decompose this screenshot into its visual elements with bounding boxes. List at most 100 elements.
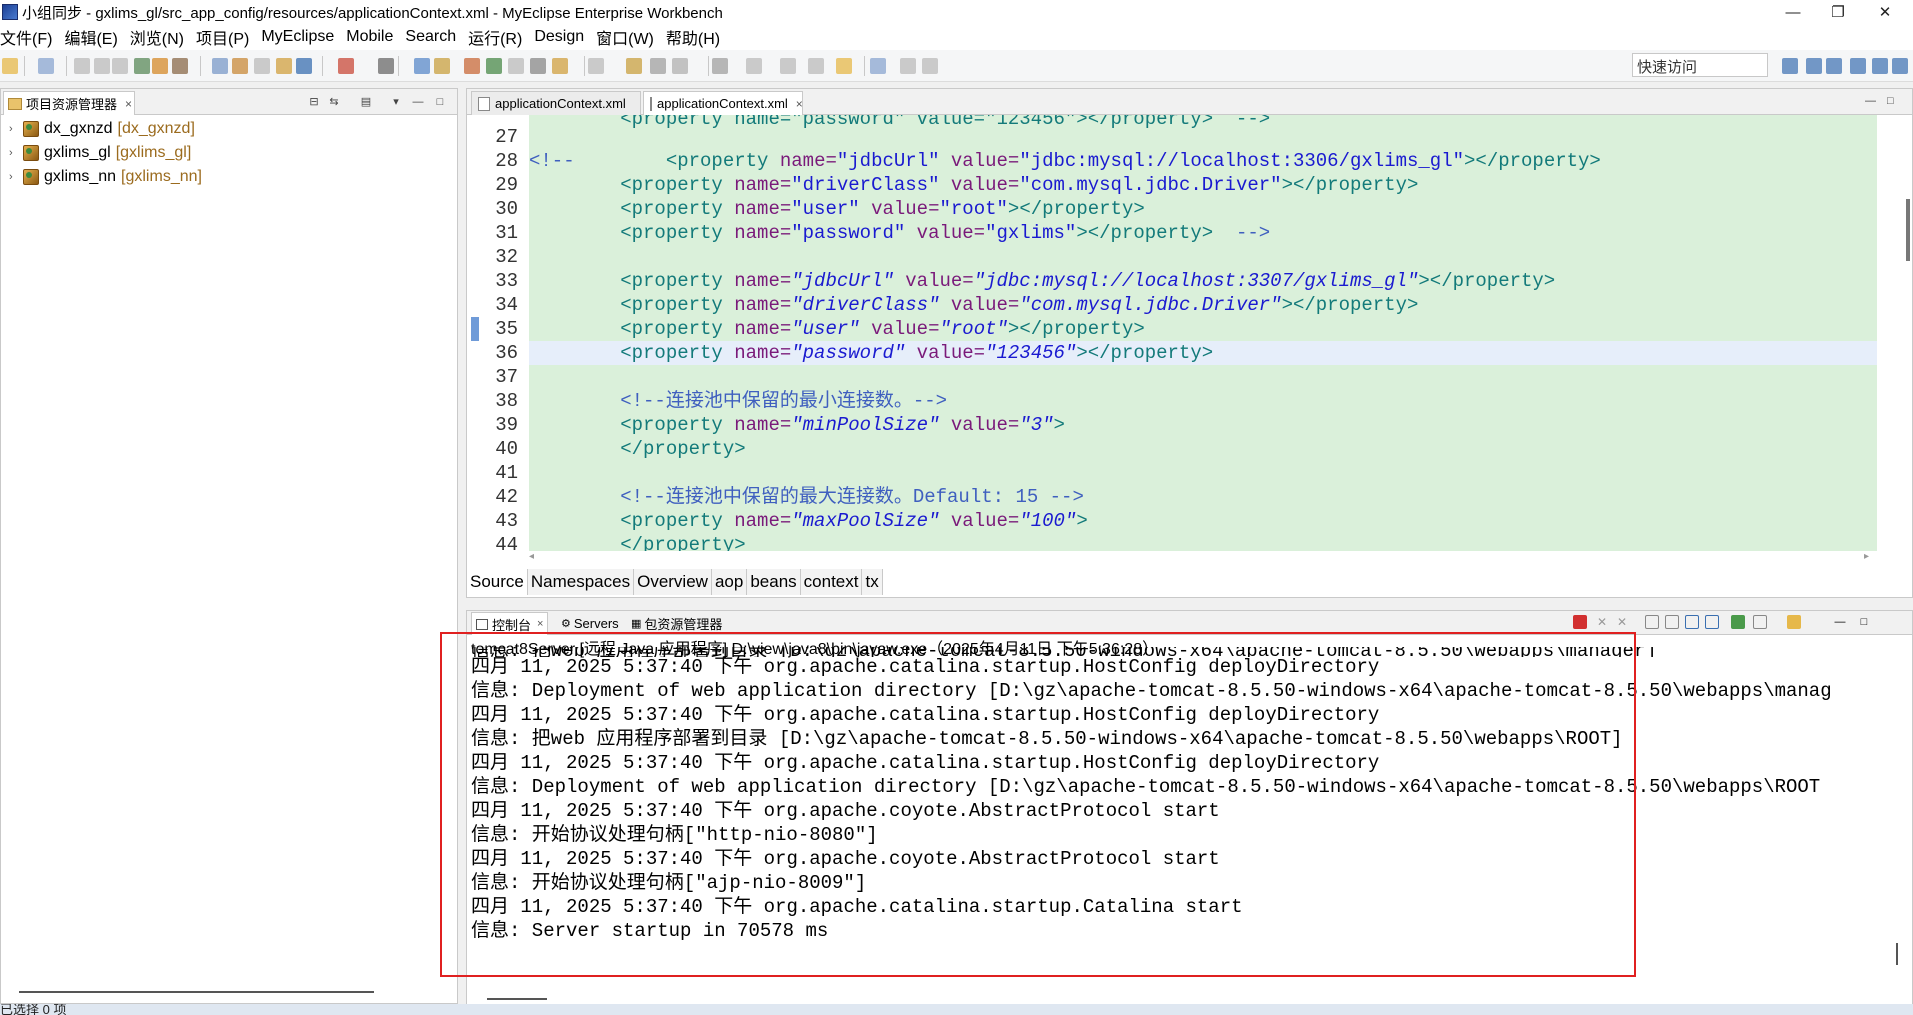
- editor-tab-source[interactable]: Source: [467, 569, 528, 595]
- toolbar-button-icon[interactable]: [296, 58, 312, 74]
- toolbar-button-icon[interactable]: [212, 58, 228, 74]
- toolbar-button-icon[interactable]: [836, 58, 852, 74]
- toolbar-button-icon[interactable]: [672, 58, 688, 74]
- toolbar-button-icon[interactable]: [508, 58, 524, 74]
- toolbar-button-icon[interactable]: [276, 58, 292, 74]
- toolbar-button-icon[interactable]: [900, 58, 916, 74]
- tab-applicationcontext-2[interactable]: applicationContext.xml ×: [643, 91, 803, 115]
- menu-item-10[interactable]: 帮助(H): [666, 25, 728, 49]
- perspective-icon[interactable]: [1892, 58, 1908, 74]
- editor-tab-tx[interactable]: tx: [862, 569, 883, 595]
- toolbar-button-icon[interactable]: [414, 58, 430, 74]
- clear-console-icon[interactable]: [1645, 615, 1659, 629]
- terminate-icon[interactable]: [1573, 615, 1587, 629]
- quick-access-input[interactable]: 快速访问: [1632, 53, 1768, 77]
- vertical-scrollbar[interactable]: [1896, 943, 1898, 965]
- toolbar-button-icon[interactable]: [486, 58, 502, 74]
- editor-tab-beans[interactable]: beans: [747, 569, 801, 595]
- close-tab-icon[interactable]: ×: [537, 618, 543, 630]
- close-tab-icon[interactable]: ×: [796, 97, 803, 111]
- editor-tab-overview[interactable]: Overview: [634, 569, 712, 595]
- menu-item-9[interactable]: 窗口(W): [596, 25, 662, 49]
- expand-arrow-icon[interactable]: ›: [9, 171, 23, 183]
- filter-icon[interactable]: ▤: [359, 95, 373, 109]
- toolbar-button-icon[interactable]: [338, 58, 354, 74]
- maximize-view-icon[interactable]: □: [433, 95, 447, 109]
- minimize-view-icon[interactable]: —: [1833, 615, 1847, 629]
- menu-item-5[interactable]: Mobile: [346, 28, 401, 46]
- expand-arrow-icon[interactable]: ›: [9, 147, 23, 159]
- vertical-scrollbar[interactable]: [1906, 199, 1910, 261]
- link-editor-icon[interactable]: ⇆: [327, 95, 341, 109]
- perspective-icon[interactable]: [1806, 58, 1822, 74]
- toolbar-button-icon[interactable]: [808, 58, 824, 74]
- toolbar-button-icon[interactable]: [870, 58, 886, 74]
- minimize-view-icon[interactable]: —: [1865, 95, 1876, 107]
- code-editor[interactable]: <property name="password" value="123456"…: [467, 115, 1877, 551]
- toolbar-button-icon[interactable]: [172, 58, 188, 74]
- horizontal-scrollbar[interactable]: ◂ ▸: [529, 551, 1869, 563]
- toolbar-button-icon[interactable]: [626, 58, 642, 74]
- scroll-right-icon[interactable]: ▸: [1864, 551, 1869, 562]
- menu-item-8[interactable]: Design: [534, 28, 592, 46]
- toolbar-button-icon[interactable]: [530, 58, 546, 74]
- maximize-view-icon[interactable]: □: [1857, 615, 1871, 629]
- menu-item-1[interactable]: 编辑(E): [64, 25, 125, 49]
- horizontal-scrollbar[interactable]: [19, 991, 374, 993]
- close-button[interactable]: ✕: [1857, 0, 1913, 24]
- minimize-view-icon[interactable]: —: [411, 95, 425, 109]
- toolbar-button-icon[interactable]: [588, 58, 604, 74]
- toolbar-button-icon[interactable]: [74, 58, 90, 74]
- menu-item-4[interactable]: MyEclipse: [261, 28, 342, 46]
- toolbar-button-icon[interactable]: [112, 58, 128, 74]
- toolbar-button-icon[interactable]: [134, 58, 150, 74]
- maximize-view-icon[interactable]: □: [1887, 95, 1894, 107]
- scroll-lock-icon[interactable]: [1665, 615, 1679, 629]
- editor-tab-context[interactable]: context: [800, 569, 863, 595]
- toolbar-button-icon[interactable]: [232, 58, 248, 74]
- tree-item-project[interactable]: › gxlims_nn [gxlims_nn]: [1, 165, 457, 189]
- toolbar-button-icon[interactable]: [38, 58, 54, 74]
- tree-item-project[interactable]: › dx_gxnzd [dx_gxnzd]: [1, 117, 457, 141]
- menu-item-2[interactable]: 浏览(N): [130, 25, 192, 49]
- toolbar-button-icon[interactable]: [378, 58, 394, 74]
- expand-arrow-icon[interactable]: ›: [9, 123, 23, 135]
- show-stdout-icon[interactable]: [1705, 615, 1719, 629]
- menu-item-0[interactable]: 文件(F): [0, 25, 60, 49]
- tree-item-project[interactable]: › gxlims_gl [gxlims_gl]: [1, 141, 457, 165]
- pin-console-icon[interactable]: [1731, 615, 1745, 629]
- toolbar-button-icon[interactable]: [780, 58, 796, 74]
- display-console-icon[interactable]: [1753, 615, 1767, 629]
- remove-all-icon[interactable]: ✕: [1615, 615, 1629, 629]
- tab-applicationcontext-1[interactable]: applicationContext.xml: [471, 91, 641, 115]
- collapse-all-icon[interactable]: ⊟: [307, 95, 321, 109]
- toolbar-button-icon[interactable]: [254, 58, 270, 74]
- scroll-left-icon[interactable]: ◂: [529, 551, 534, 562]
- toolbar-button-icon[interactable]: [464, 58, 480, 74]
- toolbar-button-icon[interactable]: [94, 58, 110, 74]
- view-menu-icon[interactable]: ▾: [389, 95, 403, 109]
- toolbar-button-icon[interactable]: [2, 58, 18, 74]
- perspective-icon[interactable]: [1782, 58, 1798, 74]
- toolbar-button-icon[interactable]: [152, 58, 168, 74]
- perspective-icon[interactable]: [1872, 58, 1888, 74]
- toolbar-button-icon[interactable]: [650, 58, 666, 74]
- open-console-icon[interactable]: [1787, 615, 1801, 629]
- toolbar-button-icon[interactable]: [922, 58, 938, 74]
- close-tab-icon[interactable]: ×: [125, 97, 132, 111]
- editor-tab-namespaces[interactable]: Namespaces: [527, 569, 635, 595]
- toolbar-button-icon[interactable]: [552, 58, 568, 74]
- tab-project-explorer[interactable]: 项目资源管理器 ×: [3, 91, 135, 115]
- word-wrap-icon[interactable]: [1685, 615, 1699, 629]
- perspective-icon[interactable]: [1826, 58, 1842, 74]
- toolbar-button-icon[interactable]: [434, 58, 450, 74]
- menu-item-7[interactable]: 运行(R): [468, 25, 530, 49]
- menu-item-6[interactable]: Search: [405, 28, 464, 46]
- toolbar-button-icon[interactable]: [746, 58, 762, 74]
- editor-tab-aop[interactable]: aop: [711, 569, 748, 595]
- horizontal-scrollbar[interactable]: [487, 998, 547, 1000]
- toolbar-button-icon[interactable]: [712, 58, 728, 74]
- remove-launch-icon[interactable]: ✕: [1595, 615, 1609, 629]
- perspective-icon[interactable]: [1850, 58, 1866, 74]
- menu-item-3[interactable]: 项目(P): [196, 25, 257, 49]
